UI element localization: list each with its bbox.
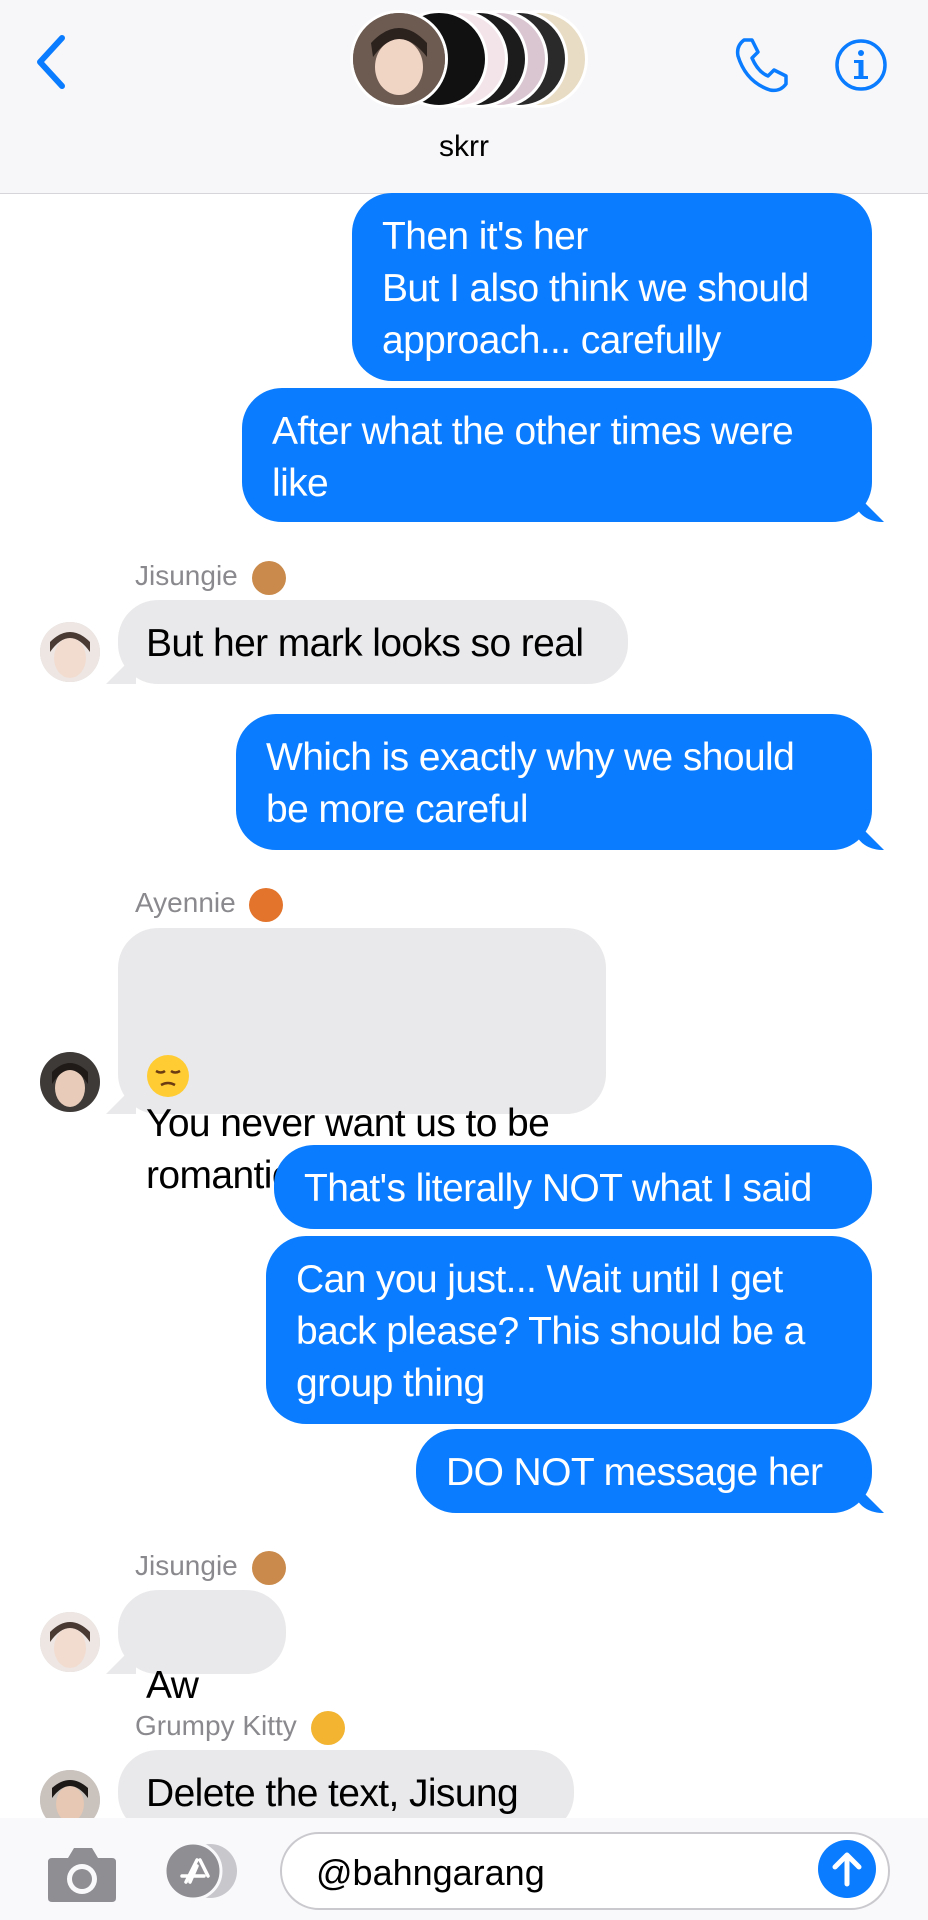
avatar[interactable] [40,1612,100,1672]
avatar[interactable] [40,622,100,682]
conversation-header: skrr [0,0,928,194]
phone-icon [735,38,788,93]
app-store-icon [163,1841,237,1901]
compose-bar: @bahngarang [0,1818,928,1920]
message-bubble-received[interactable]: You never want us to be romantically ful… [118,928,606,1197]
pensive-face-icon [146,1002,190,1097]
message-input-value: @bahngarang [316,1852,545,1893]
squirrel-icon [251,560,286,595]
back-button[interactable] [30,30,74,94]
message-bubble-sent[interactable]: That's literally NOT what I said [274,1145,872,1229]
message-bubble-received[interactable]: But her mark looks so real [118,600,628,684]
avatar [350,10,448,108]
message-bubble-sent[interactable]: DO NOT message her [416,1429,872,1513]
app-store-button[interactable] [160,1841,242,1901]
sender-label: Jisungie [135,1550,238,1581]
camera-button[interactable] [46,1844,118,1904]
fox-icon [249,887,284,922]
message-bubble-sent[interactable]: Then it's her But I also think we should… [352,193,872,381]
message-bubble-sent[interactable]: Can you just... Wait until I get back pl… [266,1236,872,1424]
chevron-left-icon [37,35,65,89]
message-text: Aw [146,1664,199,1707]
message-input[interactable]: @bahngarang [280,1832,890,1910]
info-icon [835,39,887,91]
camera-icon [48,1848,116,1902]
group-avatar-stack[interactable] [350,10,590,110]
call-button[interactable] [730,34,792,96]
avatar[interactable] [40,1052,100,1112]
sender-name: Jisungie [135,1550,286,1585]
squirrel-icon [251,1550,286,1585]
sender-label: Grumpy Kitty [135,1710,297,1741]
sender-name: Jisungie [135,560,286,595]
sender-name: Grumpy Kitty [135,1710,345,1745]
info-button[interactable] [834,38,888,92]
send-button[interactable] [818,1840,876,1898]
send-arrow-icon [832,1852,862,1887]
group-name[interactable]: skrr [0,130,928,164]
sender-name: Ayennie [135,887,284,922]
message-bubble-sent[interactable]: Which is exactly why we should be more c… [236,714,872,850]
sender-label: Jisungie [135,560,238,591]
message-bubble-received[interactable]: Aw [118,1590,286,1806]
message-bubble-sent[interactable]: After what the other times were like [242,388,872,522]
sender-label: Ayennie [135,887,236,918]
cat-icon [310,1710,345,1745]
